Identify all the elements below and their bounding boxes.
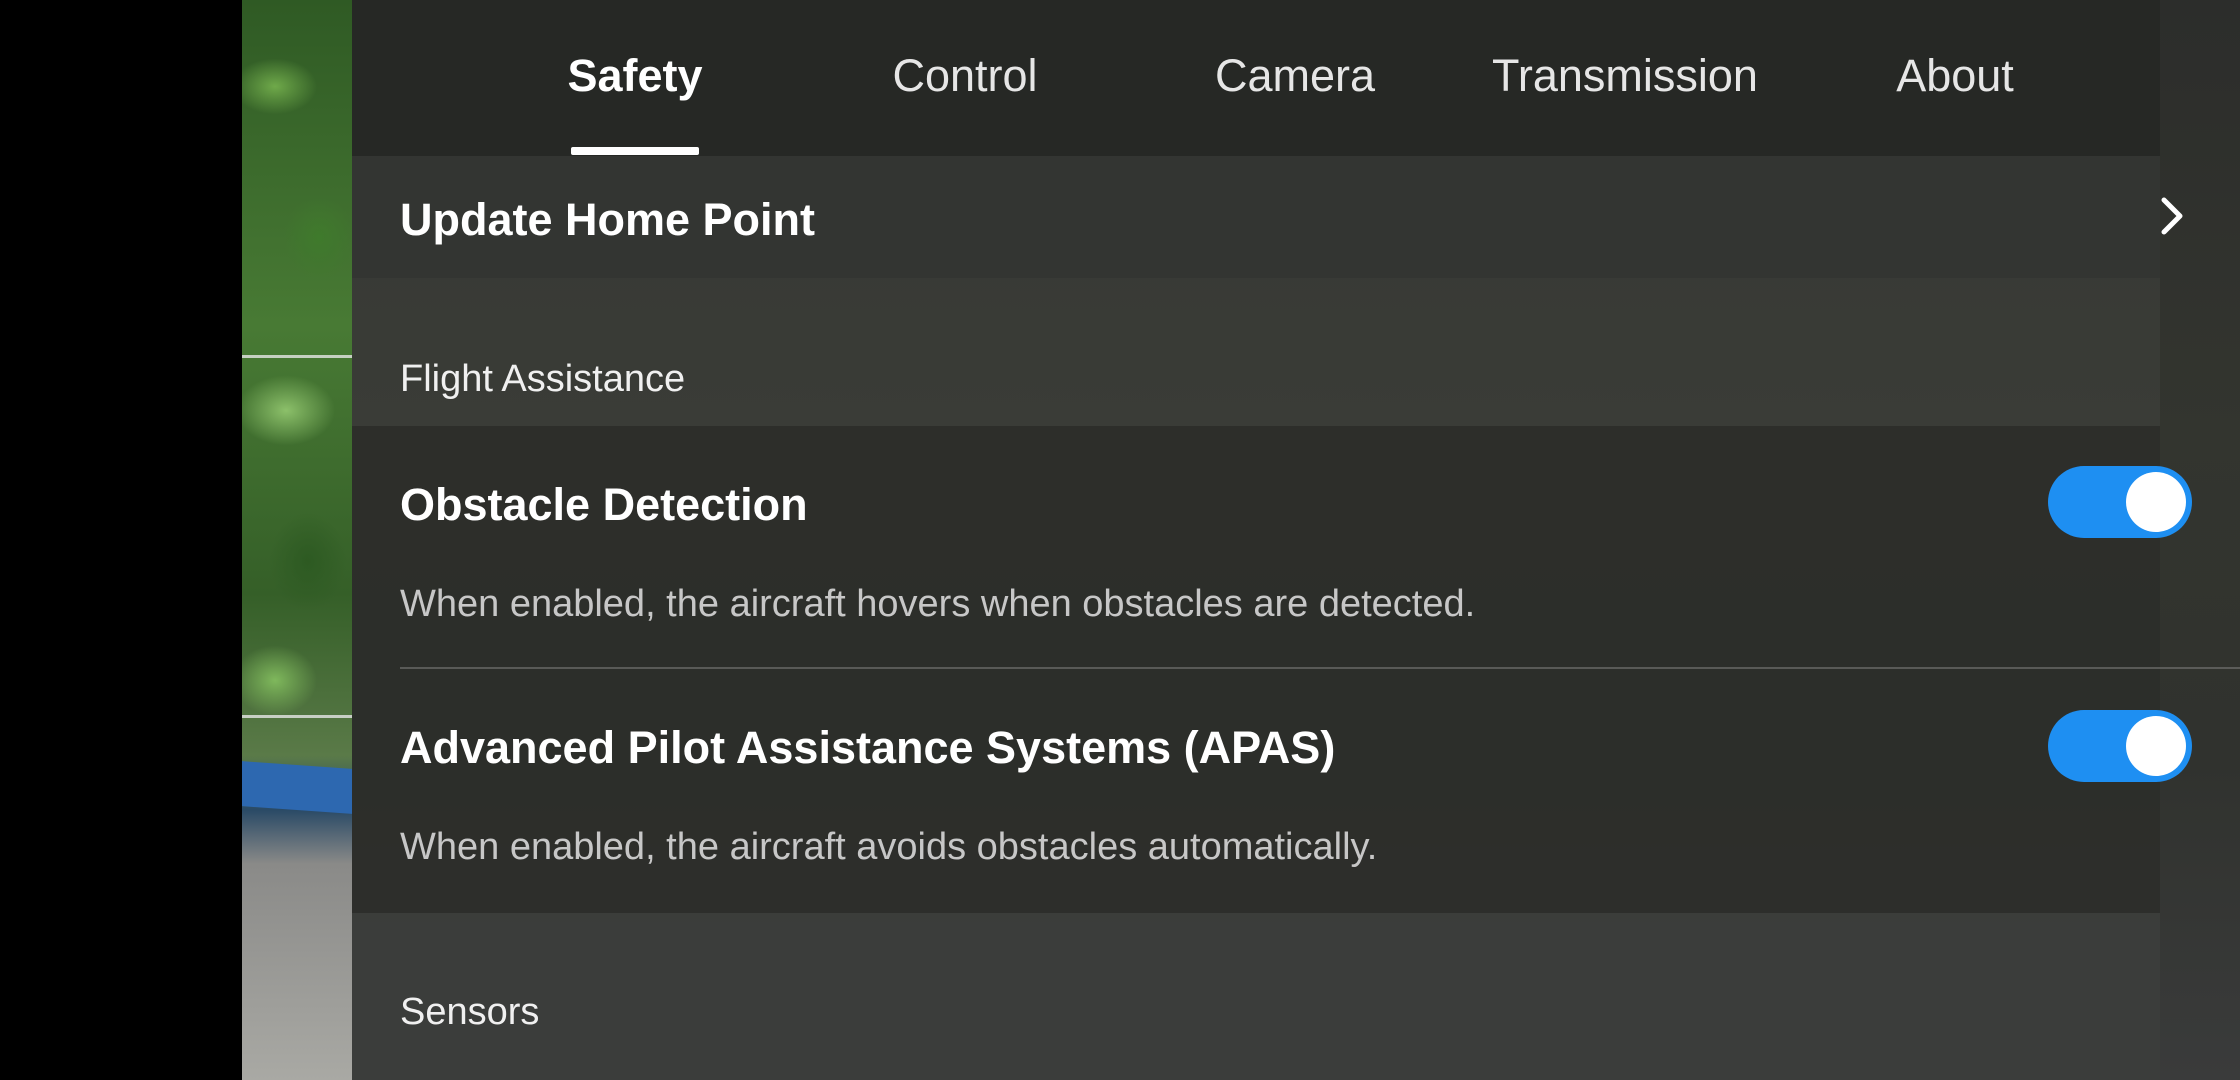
settings-tab-bar: Safety Control Camera Transmission About [352,0,2160,156]
flight-assistance-header: Flight Assistance [352,278,2160,426]
update-home-point-label: Update Home Point [400,194,816,245]
tab-transmission[interactable]: Transmission [1465,50,1785,110]
apas-title: Advanced Pilot Assistance Systems (APAS) [400,722,1336,773]
update-home-point-row[interactable]: Update Home Point [352,156,2183,278]
obstacle-detection-description: When enabled, the aircraft hovers when o… [400,583,1476,625]
flight-assistance-options: Obstacle Detection When enabled, the air… [352,426,2240,913]
toggle-knob [2126,716,2186,776]
tab-safety[interactable]: Safety [515,50,755,110]
settings-panel: Safety Control Camera Transmission About… [352,0,2240,1080]
row-divider [400,667,2240,669]
apas-toggle[interactable] [2048,710,2192,782]
toggle-knob [2126,472,2186,532]
apas-description: When enabled, the aircraft avoids obstac… [400,826,1378,868]
preview-line [242,355,352,358]
section-label-flight-assistance: Flight Assistance [400,358,686,400]
tab-camera[interactable]: Camera [1175,50,1415,110]
obstacle-detection-title: Obstacle Detection [400,479,808,530]
sensors-header: Sensors [352,913,2160,1080]
active-tab-indicator [571,147,699,155]
camera-preview [242,0,352,1080]
preview-line [242,715,352,718]
chevron-right-icon [2161,197,2183,235]
preview-blue-object [242,761,352,814]
tab-control[interactable]: Control [845,50,1085,110]
section-label-sensors: Sensors [400,991,540,1033]
tab-about[interactable]: About [1835,50,2075,110]
obstacle-detection-toggle[interactable] [2048,466,2192,538]
